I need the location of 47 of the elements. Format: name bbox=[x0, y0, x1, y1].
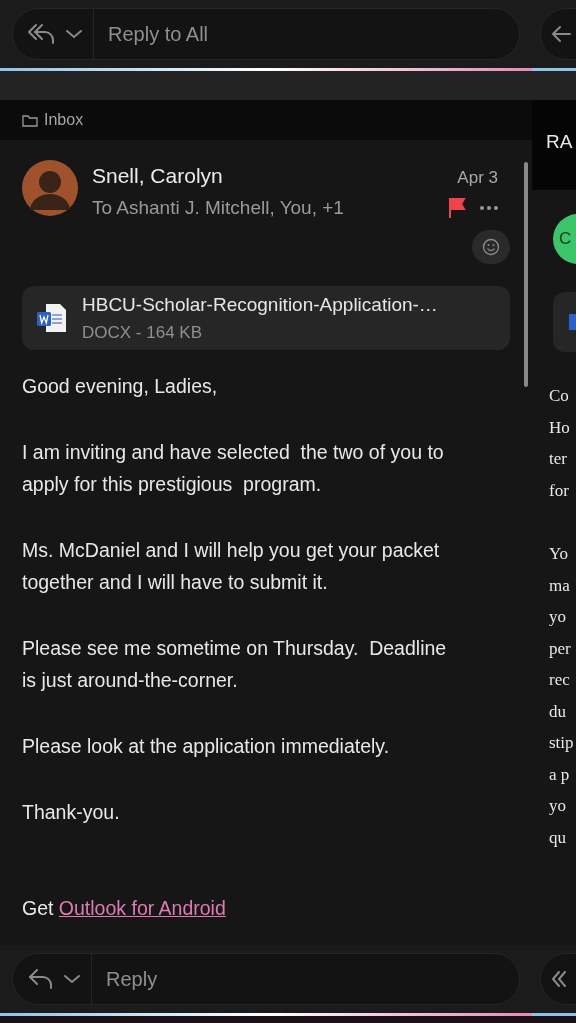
chevron-down-icon bbox=[65, 29, 83, 39]
text-fragment: yo bbox=[549, 795, 567, 817]
body-paragraph: Please see me sometime on Thursday. Deadline is just around-the-corner. bbox=[22, 636, 448, 693]
text-fragment: for bbox=[549, 479, 570, 502]
reply-label: Reply to All bbox=[107, 22, 209, 47]
scrollbar[interactable] bbox=[524, 162, 528, 387]
text-fragment: stip bbox=[549, 732, 575, 754]
back-arrow-icon bbox=[551, 25, 571, 43]
text-fragment: Co bbox=[549, 385, 570, 407]
body-paragraph: Thank-you. bbox=[22, 800, 121, 825]
body-paragraph: I am inviting and have selected the two of you to apply for this prestigious program. bbox=[22, 440, 445, 497]
signature: Get Outlook for Android bbox=[22, 896, 227, 921]
folder-icon bbox=[22, 113, 38, 127]
text-fragment: per bbox=[549, 637, 572, 660]
reply-button[interactable]: Reply bbox=[12, 953, 520, 1005]
text-fragment: ter bbox=[549, 448, 568, 470]
text-fragment: Yo bbox=[549, 543, 570, 565]
avatar bbox=[22, 160, 78, 216]
attachment-name: HBCU-Scholar-Recognition-Application-… bbox=[82, 293, 438, 317]
text-fragment: a p bbox=[549, 763, 571, 786]
reply-icon bbox=[27, 967, 55, 991]
text-fragment: qu bbox=[549, 826, 567, 849]
attachment-card[interactable]: HBCU-Scholar-Recognition-Application-… DOCX - 164 KB bbox=[22, 286, 510, 350]
reply-label: Reply bbox=[105, 967, 158, 992]
body-paragraph: Please look at the application immediately. bbox=[22, 734, 391, 759]
next-message-title: RA bbox=[546, 131, 573, 152]
reply-all-icon bbox=[27, 22, 57, 46]
text-fragment: ma bbox=[549, 574, 571, 597]
text-fragment: yo bbox=[549, 606, 567, 628]
folder-name: Inbox bbox=[44, 110, 84, 130]
text-fragment: du bbox=[549, 700, 567, 723]
more-icon[interactable] bbox=[480, 205, 498, 210]
reply-all-button[interactable]: Reply to All bbox=[12, 8, 520, 60]
reaction-button[interactable] bbox=[472, 230, 510, 264]
body-paragraph: Good evening, Ladies, bbox=[22, 374, 219, 399]
message-date: Apr 3 bbox=[457, 167, 498, 189]
smiley-icon bbox=[482, 238, 500, 256]
text-fragment: Ho bbox=[549, 416, 571, 439]
flag-icon[interactable] bbox=[448, 196, 466, 219]
chevron-down-icon bbox=[63, 974, 81, 984]
recipients: To Ashanti J. Mitchell, You, +1 bbox=[92, 195, 344, 220]
text-fragment: rec bbox=[549, 669, 571, 691]
next-avatar: C bbox=[553, 214, 576, 264]
sender-name: Snell, Carolyn bbox=[92, 163, 223, 189]
outlook-link[interactable]: Outlook for Android bbox=[58, 897, 226, 919]
attachment-info: DOCX - 164 KB bbox=[82, 321, 203, 344]
body-paragraph: Ms. McDaniel and I will help you get your packet together and I will have to submit it. bbox=[22, 538, 441, 595]
